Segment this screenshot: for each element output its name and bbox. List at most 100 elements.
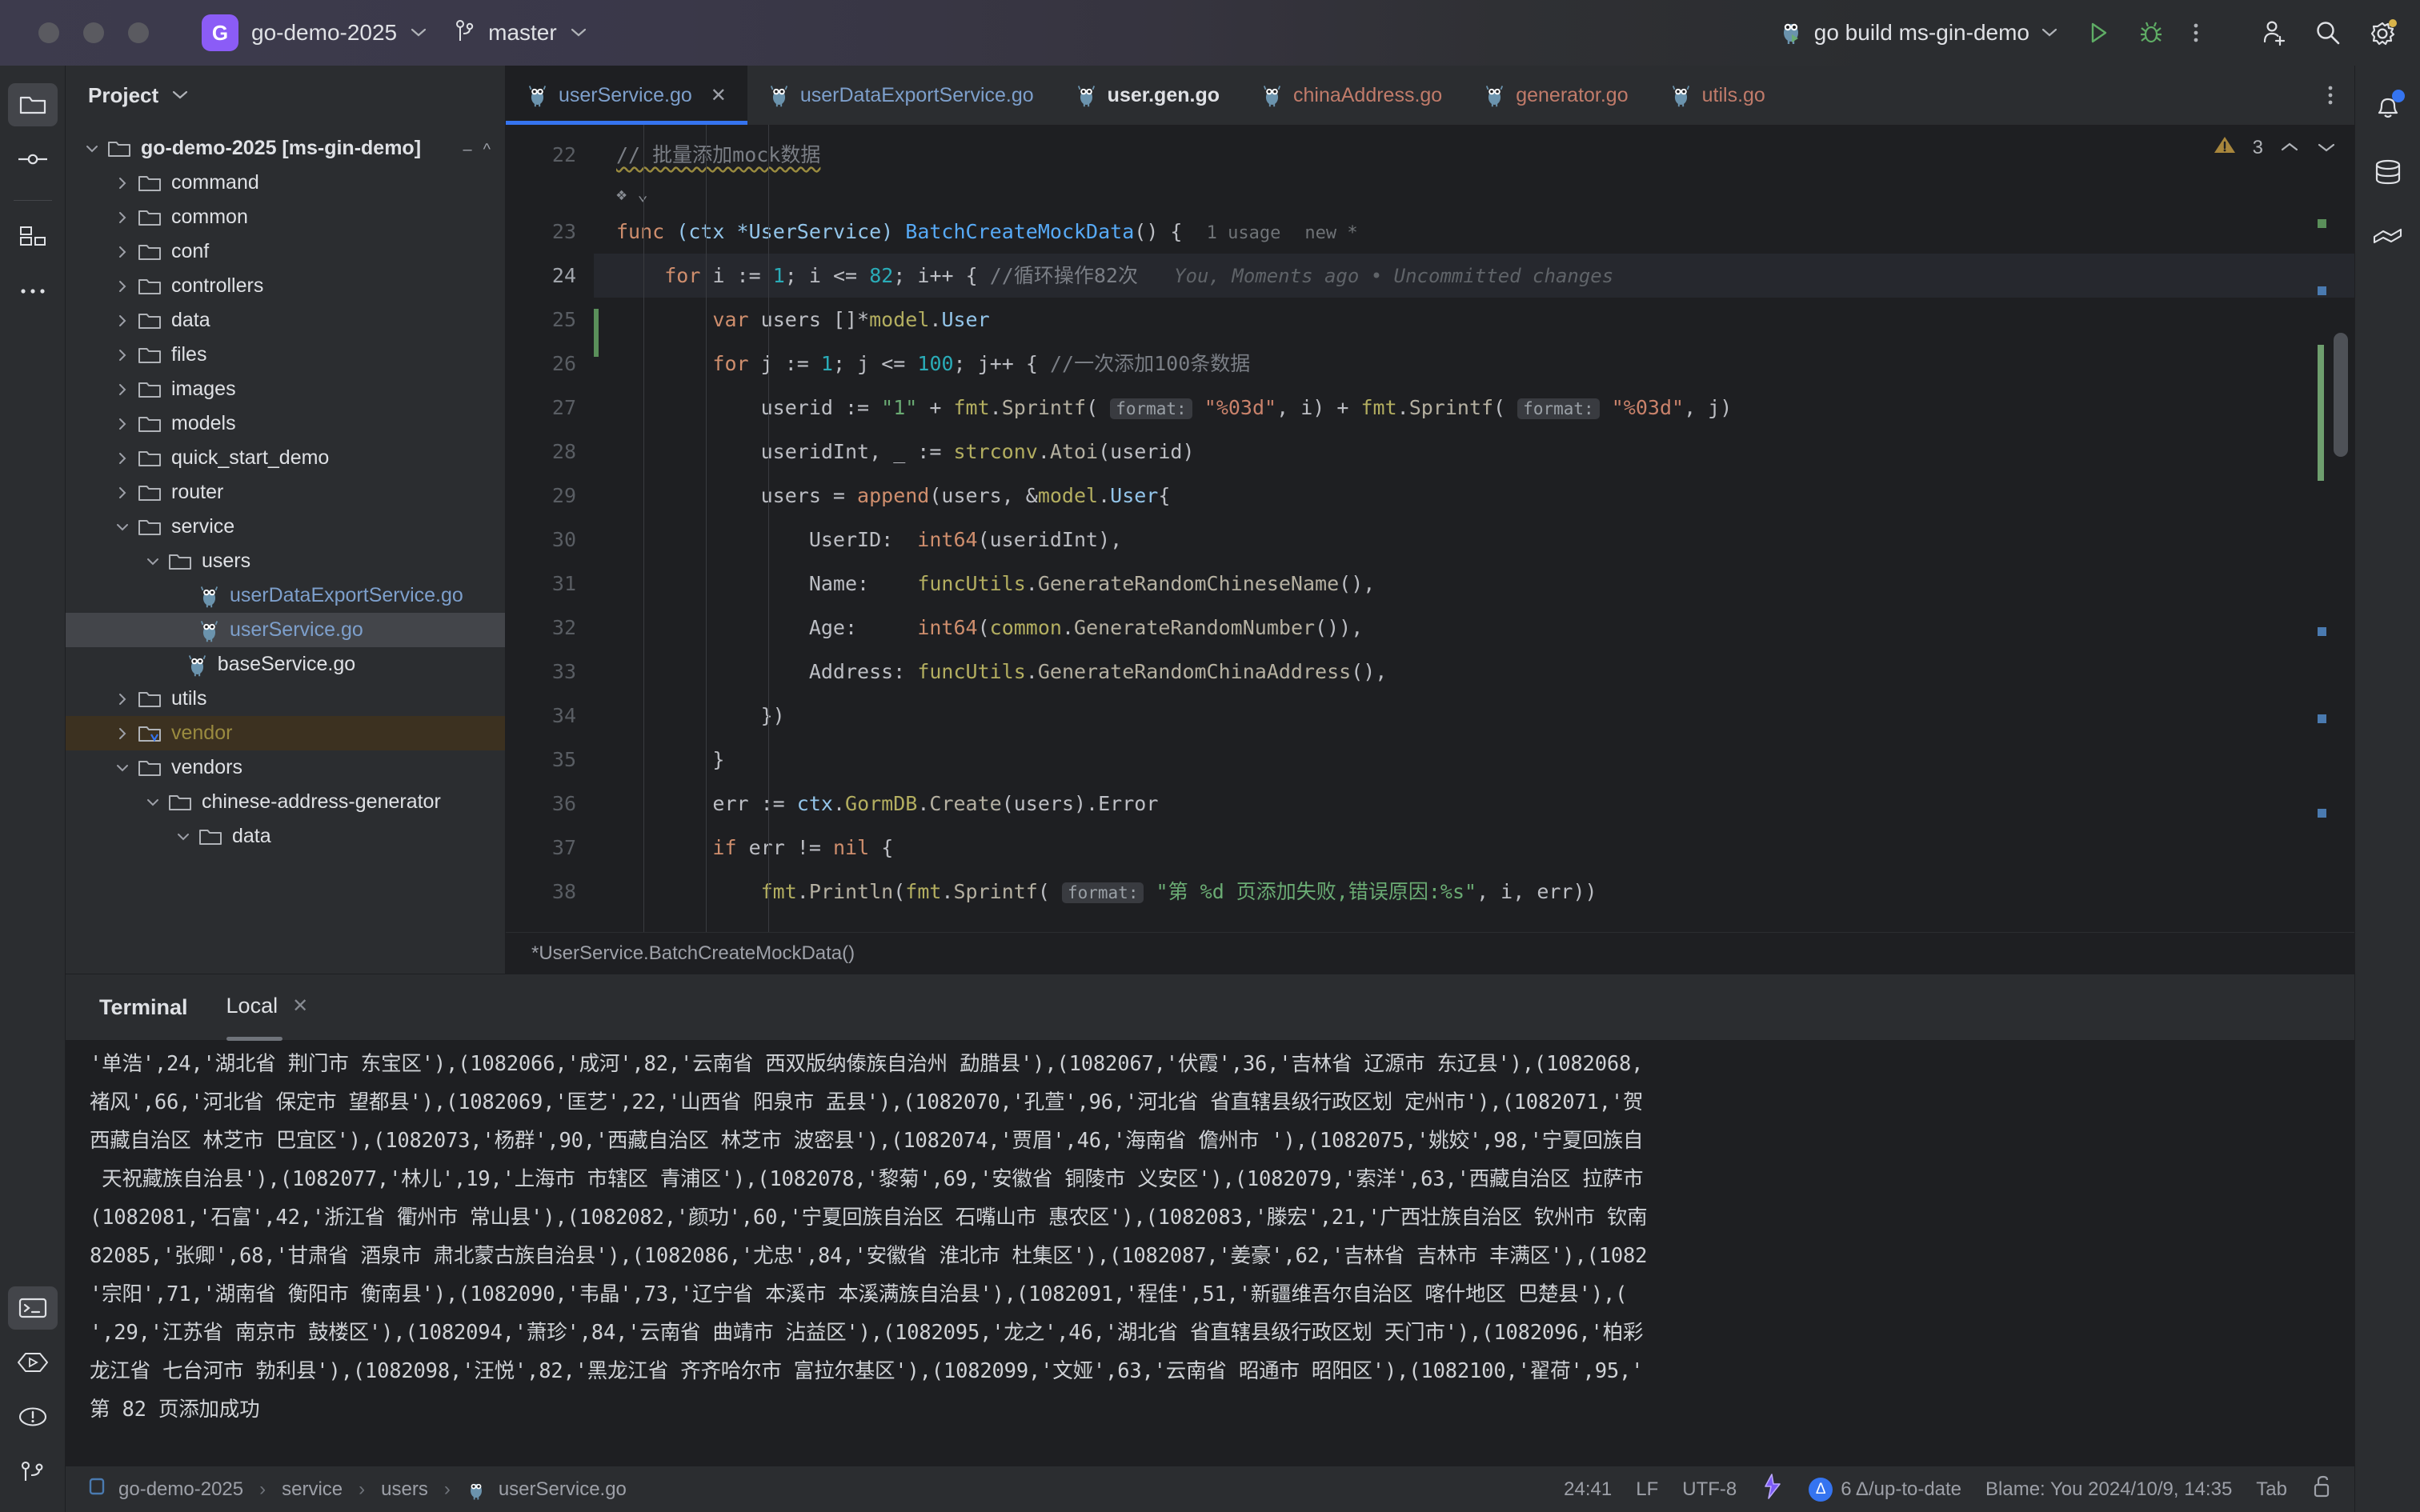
project-panel-header[interactable]: Project <box>66 66 505 125</box>
code-line-35[interactable]: } <box>594 738 2354 782</box>
inspections-widget[interactable]: 3 <box>2213 134 2337 161</box>
tree-item-router[interactable]: router <box>66 475 505 510</box>
settings-gear-icon[interactable] <box>2369 18 2398 47</box>
tree-item-controllers[interactable]: controllers <box>66 269 505 303</box>
activity-problems-icon[interactable] <box>8 1395 58 1438</box>
next-problem-icon[interactable] <box>2316 137 2337 159</box>
project-selector[interactable]: G go-demo-2025 <box>202 14 427 51</box>
chevron-down-icon[interactable] <box>112 522 133 532</box>
code-line-34[interactable]: }) <box>594 694 2354 738</box>
project-tree[interactable]: go-demo-2025 [ms-gin-demo] command common c… <box>66 125 505 974</box>
activity-run-icon[interactable] <box>8 1341 58 1384</box>
chevron-down-icon[interactable] <box>142 557 163 566</box>
tree-item-service[interactable]: service <box>66 510 505 544</box>
chevron-down-icon[interactable] <box>82 144 102 154</box>
editor-tabs-more-button[interactable] <box>2326 66 2335 125</box>
code-line-29[interactable]: users = append(users, &model.User{ <box>594 474 2354 518</box>
tree-item-data[interactable]: data <box>66 819 505 854</box>
tree-item-baseservice-go[interactable]: baseService.go <box>66 647 505 682</box>
activity-project-icon[interactable] <box>7 83 58 126</box>
code-editor[interactable]: 3 22 23 24 25 26 27 28 29 30 31 32 33 34 35 36 37 38 <box>506 125 2354 932</box>
tree-item-files[interactable]: files <box>66 338 505 372</box>
chevron-right-icon[interactable] <box>112 176 133 190</box>
tree-item-vendors[interactable]: vendors <box>66 750 505 785</box>
code-line-37[interactable]: if err != nil { <box>594 826 2354 870</box>
code-line-gutter-hint[interactable]: ❖ ⌄ <box>594 177 2354 210</box>
line-separator[interactable]: LF <box>1636 1478 1658 1501</box>
code-line-23[interactable]: func (ctx *UserService) BatchCreateMockD… <box>594 210 2354 254</box>
chevron-right-icon[interactable] <box>112 279 133 294</box>
activity-terminal-icon[interactable] <box>7 1286 58 1330</box>
code-line-33[interactable]: Address: funcUtils.GenerateRandomChinaAd… <box>594 650 2354 694</box>
caret-position[interactable]: 24:41 <box>1564 1478 1612 1501</box>
activity-commit-icon[interactable] <box>8 138 58 181</box>
status-breadcrumb-0[interactable]: go-demo-2025 <box>118 1478 243 1501</box>
prev-problem-icon[interactable] <box>2279 137 2300 159</box>
chevron-right-icon[interactable] <box>112 417 133 431</box>
chevron-right-icon[interactable] <box>112 486 133 500</box>
tree-item-chinese-address-generator[interactable]: chinese-address-generator <box>66 785 505 819</box>
editor-tab-chinaaddress-go[interactable]: chinaAddress.go <box>1240 66 1463 125</box>
tree-item-quick-start-demo[interactable]: quick_start_demo <box>66 441 505 475</box>
chevron-down-icon[interactable] <box>112 763 133 773</box>
chevron-right-icon[interactable] <box>112 451 133 466</box>
tree-item-userdataexportservice-go[interactable]: userDataExportService.go <box>66 578 505 613</box>
code-line-30[interactable]: UserID: int64(useridInt), <box>594 518 2354 562</box>
run-configuration-selector[interactable]: go build ms-gin-demo <box>1779 17 2058 50</box>
tree-item-command[interactable]: command <box>66 166 505 200</box>
code-line-25[interactable]: var users []*model.User <box>594 298 2354 342</box>
code-line-26[interactable]: for j := 1; j <= 100; j++ { //一次添加100条数据 <box>594 342 2354 386</box>
code-lines-container[interactable]: // 批量添加mock数据 ❖ ⌄ func (ctx *UserService… <box>594 125 2354 932</box>
lock-icon[interactable] <box>2311 1474 2332 1504</box>
editor-tab-bar[interactable]: userService.go ✕ userDataExportService.go u… <box>506 66 2354 125</box>
status-breadcrumb-2[interactable]: users <box>381 1478 428 1501</box>
more-options-button[interactable] <box>2191 20 2201 46</box>
indent-setting[interactable]: Tab <box>2256 1478 2287 1501</box>
chevron-right-icon[interactable] <box>112 210 133 225</box>
code-line-38[interactable]: fmt.Println(fmt.Sprintf( format: "第 %d 页… <box>594 870 2354 914</box>
activity-more-tool-windows-icon[interactable] <box>8 270 58 313</box>
editor-tab-userservice-go[interactable]: userService.go ✕ <box>506 66 747 125</box>
code-line-32[interactable]: Age: int64(common.GenerateRandomNumber()… <box>594 606 2354 650</box>
tree-item-models[interactable]: models <box>66 406 505 441</box>
usage-hint[interactable]: 1 usage <box>1207 223 1281 243</box>
run-button[interactable] <box>2085 20 2111 46</box>
blame-label[interactable]: Blame: You 2024/10/9, 14:35 <box>1985 1478 2232 1501</box>
code-line-36[interactable]: err := ctx.GormDB.Create(users).Error <box>594 782 2354 826</box>
chevron-right-icon[interactable] <box>112 348 133 362</box>
debug-button[interactable] <box>2138 20 2164 46</box>
chevron-right-icon[interactable] <box>112 245 133 259</box>
editor-tab-generator-go[interactable]: generator.go <box>1463 66 1649 125</box>
close-window-button[interactable] <box>38 22 59 43</box>
branch-selector[interactable]: master <box>455 18 587 48</box>
chevron-right-icon[interactable] <box>112 382 133 397</box>
code-line-27[interactable]: userid := "1" + fmt.Sprintf( format: "%0… <box>594 386 2354 430</box>
close-tab-icon[interactable]: ✕ <box>711 84 727 107</box>
chevron-right-icon[interactable] <box>112 726 133 741</box>
code-line-22[interactable]: // 批量添加mock数据 <box>594 133 2354 177</box>
add-user-icon[interactable] <box>2260 19 2287 46</box>
plugins-icon[interactable] <box>2363 211 2413 261</box>
tree-item-utils[interactable]: utils <box>66 682 505 716</box>
maximize-window-button[interactable] <box>128 22 149 43</box>
tree-item-images[interactable]: images <box>66 372 505 406</box>
chevron-down-icon[interactable] <box>142 798 163 807</box>
tree-item-data[interactable]: data <box>66 303 505 338</box>
status-breadcrumb-3[interactable]: userService.go <box>499 1478 627 1501</box>
notifications-icon[interactable] <box>2363 83 2413 133</box>
status-breadcrumb[interactable]: go-demo-2025 › service › users › userSer… <box>88 1476 627 1502</box>
editor-tab-user-gen-go[interactable]: user.gen.go <box>1055 66 1240 125</box>
chevron-down-icon[interactable] <box>173 832 194 842</box>
status-breadcrumb-1[interactable]: service <box>282 1478 343 1501</box>
chevron-down-icon[interactable] <box>171 86 189 105</box>
close-icon[interactable]: ✕ <box>292 994 308 1018</box>
tree-item-userservice-go[interactable]: userService.go <box>66 613 505 647</box>
window-controls[interactable] <box>0 22 149 43</box>
minimize-window-button[interactable] <box>83 22 104 43</box>
tree-item-go-demo-2025-ms-gin-demo-[interactable]: go-demo-2025 [ms-gin-demo] <box>66 131 505 166</box>
code-line-31[interactable]: Name: funcUtils.GenerateRandomChineseNam… <box>594 562 2354 606</box>
tree-item-users[interactable]: users <box>66 544 505 578</box>
vcs-status[interactable]: Δ 6 Δ/up-to-date <box>1809 1477 1961 1502</box>
tree-item-vendor[interactable]: vendor <box>66 716 505 750</box>
editor-tab-userdataexportservice-go[interactable]: userDataExportService.go <box>747 66 1055 125</box>
